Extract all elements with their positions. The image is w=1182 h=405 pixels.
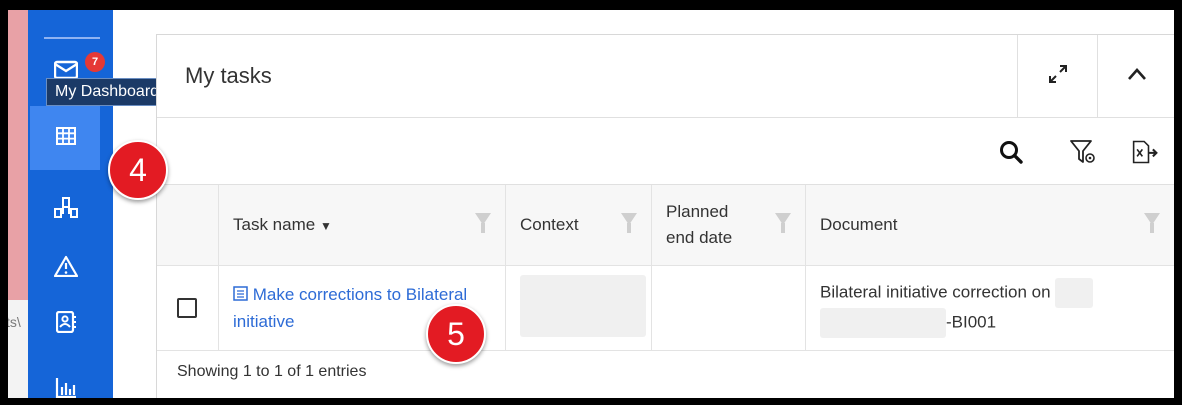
column-filter-icon[interactable]	[475, 213, 491, 233]
step-4-callout: 4	[108, 140, 168, 200]
column-filter-icon[interactable]	[621, 213, 637, 233]
bar-chart-icon[interactable]	[54, 376, 78, 398]
chevron-up-icon	[1127, 67, 1147, 86]
background-window	[8, 10, 28, 300]
column-filter-icon[interactable]	[775, 213, 791, 233]
panel-header: My tasks	[157, 35, 1174, 118]
row-select-cell	[157, 265, 219, 351]
warning-icon[interactable]	[54, 254, 78, 278]
expand-icon	[1047, 63, 1069, 90]
tooltip-my-dashboard: My Dashboard	[46, 78, 169, 106]
column-header-document[interactable]: Document	[805, 185, 1174, 266]
export-excel-icon[interactable]	[1131, 138, 1159, 166]
search-icon[interactable]	[997, 138, 1025, 166]
filter-settings-icon[interactable]	[1069, 138, 1097, 166]
my-tasks-panel: My tasks Task name ▼ Context Planned end…	[156, 34, 1174, 398]
sidebar-divider	[44, 37, 100, 39]
redacted-document-part	[820, 308, 946, 338]
column-header-context[interactable]: Context	[505, 185, 652, 266]
planned-end-date-cell	[651, 265, 806, 351]
column-header-planned-end-date[interactable]: Planned end date	[651, 185, 806, 266]
column-header-task-name[interactable]: Task name ▼	[218, 185, 506, 266]
collapse-button[interactable]	[1097, 35, 1174, 117]
tasks-table: Task name ▼ Context Planned end date Doc…	[157, 185, 1174, 351]
select-column-header	[157, 185, 219, 266]
org-chart-icon[interactable]	[54, 196, 78, 220]
task-form-icon	[233, 285, 248, 304]
grid-table-icon[interactable]	[54, 124, 78, 148]
redacted-context	[520, 274, 646, 337]
app-window: ts\ 7 My Dashboard My tasks	[8, 10, 1174, 398]
table-header-row: Task name ▼ Context Planned end date Doc…	[157, 185, 1174, 266]
panel-title: My tasks	[185, 63, 272, 88]
entries-info: Showing 1 to 1 of 1 entries	[177, 363, 367, 380]
document-cell: Bilateral initiative correction on -BI00…	[805, 265, 1174, 351]
table-footer: Showing 1 to 1 of 1 entries	[157, 351, 1174, 398]
redacted-document-part	[1055, 278, 1094, 308]
row-checkbox[interactable]	[177, 298, 197, 318]
sidebar: 7	[28, 10, 113, 398]
expand-button[interactable]	[1017, 35, 1098, 117]
notification-badge: 7	[85, 52, 105, 72]
background-window-text: ts\	[8, 300, 28, 398]
step-5-callout: 5	[426, 304, 486, 364]
column-filter-icon[interactable]	[1144, 213, 1160, 233]
sort-caret-icon: ▼	[319, 219, 332, 233]
context-cell	[505, 265, 652, 351]
table-toolbar	[157, 118, 1174, 185]
table-row: Make corrections to Bilateral initiative…	[157, 265, 1174, 351]
contact-card-icon[interactable]	[54, 310, 78, 334]
